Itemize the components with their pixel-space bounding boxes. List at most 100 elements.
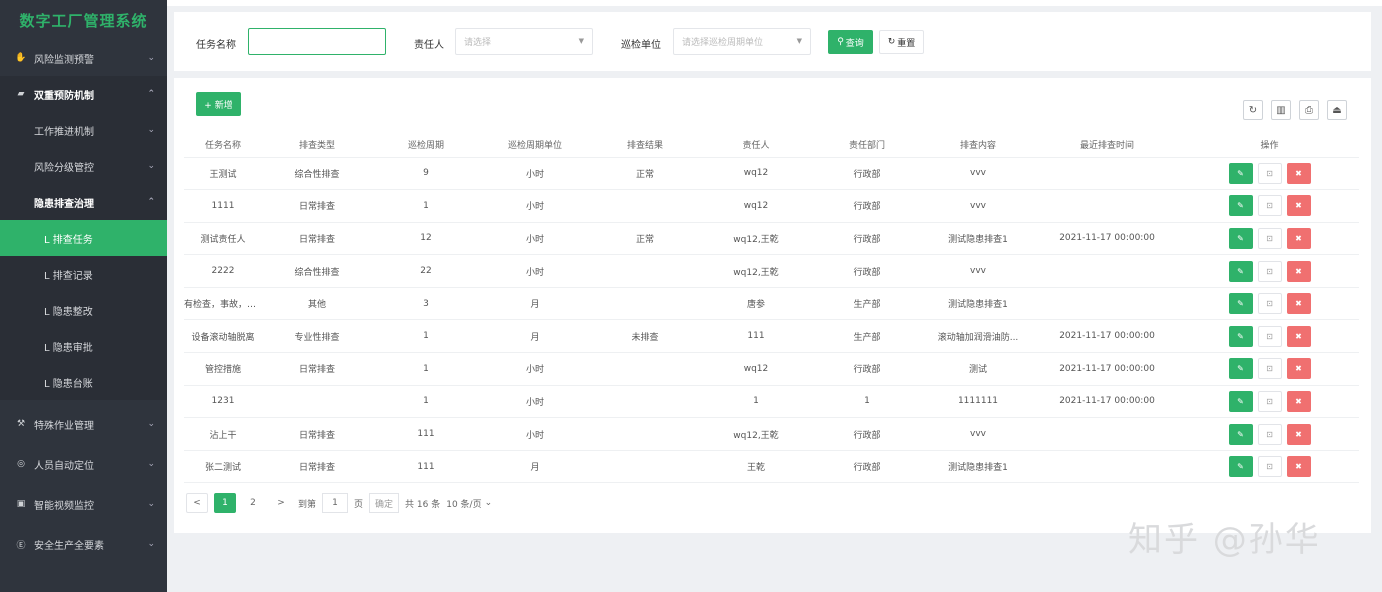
- edit-button[interactable]: ✎: [1228, 195, 1253, 217]
- view-button[interactable]: ⊡: [1257, 195, 1282, 217]
- table-cell: 测试: [922, 352, 1034, 386]
- task-name-input[interactable]: [248, 28, 386, 55]
- sidebar-item-hazard-rectify[interactable]: L 隐患整改: [0, 292, 167, 328]
- sidebar-item-dual-prevention[interactable]: ▰ 双重预防机制 ⌃: [0, 76, 167, 112]
- table-cell: 正常: [590, 156, 700, 190]
- export-icon[interactable]: ⏏: [1327, 100, 1347, 120]
- goto-confirm-button[interactable]: 确定: [369, 493, 400, 513]
- edit-button[interactable]: ✎: [1228, 227, 1253, 249]
- edit-button[interactable]: ✎: [1228, 358, 1253, 380]
- delete-button[interactable]: ✖: [1286, 260, 1311, 282]
- chevron-down-icon: ⌄: [484, 498, 493, 508]
- view-button[interactable]: ⊡: [1257, 227, 1282, 249]
- sidebar-item-special-work[interactable]: ⚒ 特殊作业管理 ⌄: [0, 406, 167, 442]
- table-row: 张二测试 日常排查 111 月 王乾 行政部 测试隐患排查1 ✎ ⊡ ✖: [184, 449, 1359, 484]
- table-cell: 行政部: [812, 417, 922, 451]
- edit-button[interactable]: ✎: [1228, 423, 1253, 445]
- delete-button[interactable]: ✖: [1286, 423, 1311, 445]
- delete-button[interactable]: ✖: [1286, 227, 1311, 249]
- column-header: 最近排查时间: [1079, 141, 1134, 152]
- column-header: 巡检周期单位: [507, 141, 562, 152]
- page-2-button[interactable]: 2: [242, 493, 264, 513]
- trash-icon: ✖: [1295, 462, 1302, 472]
- sidebar-item-inspection-record[interactable]: L 排查记录: [0, 256, 167, 292]
- sidebar-item-inspection-task[interactable]: L 排查任务: [0, 220, 167, 256]
- table-cell: 未排查: [590, 319, 700, 353]
- delete-button[interactable]: ✖: [1286, 195, 1311, 217]
- table-cell: 日常排查: [262, 221, 372, 255]
- delete-button[interactable]: ✖: [1286, 456, 1311, 478]
- prev-page-button[interactable]: <: [186, 493, 208, 513]
- view-button[interactable]: ⊡: [1257, 390, 1282, 412]
- table-cell: 测试隐患排查1: [922, 221, 1034, 255]
- table-cell: 1231: [184, 384, 262, 418]
- sidebar-item-label: L 隐患台账: [44, 378, 93, 390]
- view-button[interactable]: ⊡: [1257, 260, 1282, 282]
- next-page-button[interactable]: >: [270, 493, 292, 513]
- sidebar-item-work-mechanism[interactable]: 工作推进机制 ⌄: [0, 112, 167, 148]
- edit-button[interactable]: ✎: [1228, 260, 1253, 282]
- sidebar-item-risk-monitoring[interactable]: ✋ 风险监测预警 ⌄: [0, 40, 167, 76]
- view-icon: ⊡: [1266, 396, 1273, 406]
- table-cell: 月: [480, 286, 590, 320]
- view-button[interactable]: ⊡: [1257, 456, 1282, 478]
- view-button[interactable]: ⊡: [1257, 325, 1282, 347]
- print-icon[interactable]: ⎙: [1299, 100, 1319, 120]
- edit-button[interactable]: ✎: [1228, 293, 1253, 315]
- sidebar-item-label: 智能视频监控: [34, 500, 94, 512]
- sidebar-item-personnel-location[interactable]: ◎ 人员自动定位 ⌄: [0, 446, 167, 482]
- edit-button[interactable]: ✎: [1228, 162, 1253, 184]
- page-size-select[interactable]: 10 条/页 ⌄: [446, 497, 492, 510]
- edit-button[interactable]: ✎: [1228, 390, 1253, 412]
- sidebar-item-video-monitor[interactable]: ▣ 智能视频监控 ⌄: [0, 486, 167, 522]
- table-cell: 12: [372, 221, 480, 255]
- view-button[interactable]: ⊡: [1257, 423, 1282, 445]
- trash-icon: ✖: [1295, 429, 1302, 439]
- sidebar-item-safety-elements[interactable]: Ⓔ 安全生产全要素 ⌄: [0, 526, 167, 562]
- task-table: 任务名称 排查类型 巡检周期 巡检周期单位 排查结果 责任人 责任部门 排查内容…: [184, 133, 1359, 484]
- circle-e-icon: Ⓔ: [16, 540, 26, 551]
- add-button[interactable]: + 新增: [196, 92, 241, 116]
- sidebar-item-risk-control[interactable]: 风险分级管控 ⌄: [0, 148, 167, 184]
- search-icon: ⚲: [837, 37, 844, 47]
- table-cell: 其他: [262, 286, 372, 320]
- owner-select[interactable]: 请选择 ▼: [455, 28, 593, 55]
- delete-button[interactable]: ✖: [1286, 390, 1311, 412]
- table-cell: 行政部: [812, 352, 922, 386]
- goto-page-input[interactable]: 1: [322, 493, 349, 513]
- delete-button[interactable]: ✖: [1286, 162, 1311, 184]
- row-action-group: ✎ ⊡ ✖: [1180, 162, 1359, 184]
- table-cell: wq12: [700, 189, 812, 223]
- reset-button[interactable]: ↻ 重置: [879, 30, 924, 54]
- hand-icon: ✋: [15, 53, 27, 63]
- view-button[interactable]: ⊡: [1257, 162, 1282, 184]
- edit-button[interactable]: ✎: [1228, 325, 1253, 347]
- sidebar-item-hazard-ledger[interactable]: L 隐患台账: [0, 364, 167, 400]
- table-cell: 王测试: [184, 156, 262, 190]
- task-table-panel: + 新增 ↻ ▥ ⎙ ⏏ 任务名称 排查类型 巡检周期 巡检周期单位 排查结果 …: [174, 78, 1371, 533]
- pencil-icon: ✎: [1237, 396, 1244, 406]
- table-cell: 月: [480, 319, 590, 353]
- row-action-group: ✎ ⊡ ✖: [1180, 358, 1359, 380]
- row-actions: ✎ ⊡ ✖: [1180, 286, 1359, 320]
- wrench-icon: ⚒: [16, 419, 26, 429]
- columns-icon[interactable]: ▥: [1271, 100, 1291, 120]
- edit-button[interactable]: ✎: [1228, 456, 1253, 478]
- delete-button[interactable]: ✖: [1286, 358, 1311, 380]
- task-name-label: 任务名称: [196, 40, 236, 51]
- page-1-button[interactable]: 1: [214, 493, 236, 513]
- table-cell: [590, 384, 700, 418]
- query-button[interactable]: ⚲ 查询: [828, 30, 873, 54]
- view-icon: ⊡: [1266, 233, 1273, 243]
- table-cell: vvv: [922, 254, 1034, 288]
- delete-button[interactable]: ✖: [1286, 293, 1311, 315]
- view-button[interactable]: ⊡: [1257, 358, 1282, 380]
- refresh-icon[interactable]: ↻: [1243, 100, 1263, 120]
- sidebar-item-hazard-governance[interactable]: 隐患排查治理 ⌃: [0, 184, 167, 220]
- table-cell: 唐参: [700, 286, 812, 320]
- delete-button[interactable]: ✖: [1286, 325, 1311, 347]
- trash-icon: ✖: [1295, 299, 1302, 309]
- view-button[interactable]: ⊡: [1257, 293, 1282, 315]
- sidebar-item-hazard-approval[interactable]: L 隐患审批: [0, 328, 167, 364]
- unit-select[interactable]: 请选择巡检周期单位 ▼: [673, 28, 811, 55]
